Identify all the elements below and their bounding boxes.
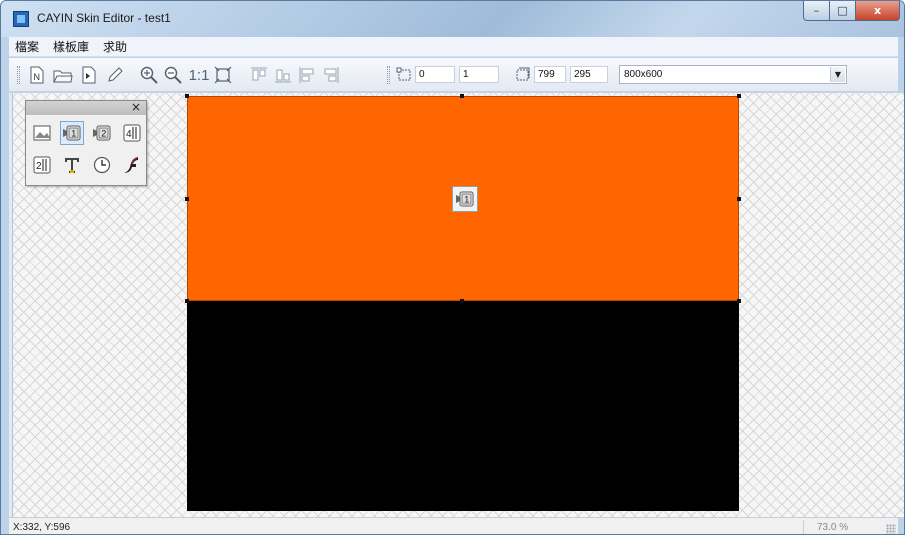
position-x-value: 0 xyxy=(419,69,425,80)
size-height-value: 295 xyxy=(574,69,591,80)
zone-background[interactable] xyxy=(187,301,739,511)
svg-text:4: 4 xyxy=(126,129,132,140)
toolbar: N 1:1 0 1 799 295 800x600 ▼ xyxy=(9,58,898,92)
status-separator xyxy=(803,520,804,534)
zone-tool-palette: × 1 2 4 2 xyxy=(25,100,147,186)
app-window: CAYIN Skin Editor - test1 – □ x 檔案 樣板庫 求… xyxy=(0,0,905,535)
minimize-button[interactable]: – xyxy=(803,1,830,21)
title-bar[interactable]: CAYIN Skin Editor - test1 – □ x xyxy=(1,1,904,37)
resize-grip-icon[interactable] xyxy=(886,524,896,534)
resize-handle[interactable] xyxy=(185,94,189,98)
resize-handle[interactable] xyxy=(460,94,464,98)
resize-handle[interactable] xyxy=(460,299,464,303)
menu-help[interactable]: 求助 xyxy=(103,38,127,55)
window-title: CAYIN Skin Editor - test1 xyxy=(37,11,171,25)
svg-text:2: 2 xyxy=(101,129,106,139)
svg-text:2: 2 xyxy=(36,161,42,172)
app-logo-icon xyxy=(13,11,29,27)
new-file-icon[interactable]: N xyxy=(27,65,47,85)
chevron-down-icon[interactable]: ▼ xyxy=(830,67,845,82)
align-left-icon[interactable] xyxy=(297,65,317,85)
toolbar-grip[interactable] xyxy=(387,66,390,84)
close-button[interactable]: x xyxy=(856,1,900,21)
import-icon[interactable] xyxy=(79,65,99,85)
resize-handle[interactable] xyxy=(185,299,189,303)
svg-text:1: 1 xyxy=(71,129,76,139)
clock-zone-icon[interactable] xyxy=(90,153,114,177)
resize-handle[interactable] xyxy=(737,299,741,303)
menu-file[interactable]: 檔案 xyxy=(15,38,39,55)
media-zone-2-icon[interactable]: 2 xyxy=(30,153,54,177)
palette-close-button[interactable]: × xyxy=(131,100,141,114)
image-zone-icon[interactable] xyxy=(30,121,54,145)
window-controls: – □ x xyxy=(803,1,900,21)
svg-text:N: N xyxy=(34,72,41,82)
toolbar-grip[interactable] xyxy=(17,66,20,84)
align-top-icon[interactable] xyxy=(249,65,269,85)
fit-to-window-icon[interactable] xyxy=(213,65,233,85)
actual-size-label: 1:1 xyxy=(188,66,210,84)
resize-handle[interactable] xyxy=(737,197,741,201)
resize-handle[interactable] xyxy=(185,197,189,201)
flash-zone-icon[interactable] xyxy=(120,153,144,177)
size-icon xyxy=(513,65,533,85)
resolution-select[interactable]: 800x600 ▼ xyxy=(619,65,847,84)
position-icon xyxy=(395,65,415,85)
video-zone-1-icon[interactable]: 1 xyxy=(60,121,84,145)
text-zone-icon[interactable] xyxy=(60,153,84,177)
video-zone-2-icon[interactable]: 2 xyxy=(90,121,114,145)
menu-template-library[interactable]: 樣板庫 xyxy=(53,38,89,55)
actual-size-icon[interactable]: 1:1 xyxy=(187,65,211,85)
media-zone-4-icon[interactable]: 4 xyxy=(120,121,144,145)
zoom-level: 73.0 % xyxy=(817,522,849,533)
menu-bar: 檔案 樣板庫 求助 xyxy=(9,37,898,57)
video-zone-1-icon: 1 xyxy=(452,186,478,212)
edit-pencil-icon[interactable] xyxy=(105,65,125,85)
size-width-value: 799 xyxy=(538,69,555,80)
maximize-button[interactable]: □ xyxy=(830,1,856,21)
palette-header[interactable]: × xyxy=(26,100,146,115)
svg-text:1: 1 xyxy=(464,195,469,205)
status-bar: X:332, Y:596 73.0 % xyxy=(9,517,898,534)
open-folder-icon[interactable] xyxy=(53,65,73,85)
cursor-coordinates: X:332, Y:596 xyxy=(13,522,71,533)
zoom-in-icon[interactable] xyxy=(139,65,159,85)
zoom-out-icon[interactable] xyxy=(163,65,183,85)
align-bottom-icon[interactable] xyxy=(273,65,293,85)
resize-handle[interactable] xyxy=(737,94,741,98)
position-y-value: 1 xyxy=(463,69,469,80)
align-right-icon[interactable] xyxy=(321,65,341,85)
resolution-value: 800x600 xyxy=(624,69,663,80)
